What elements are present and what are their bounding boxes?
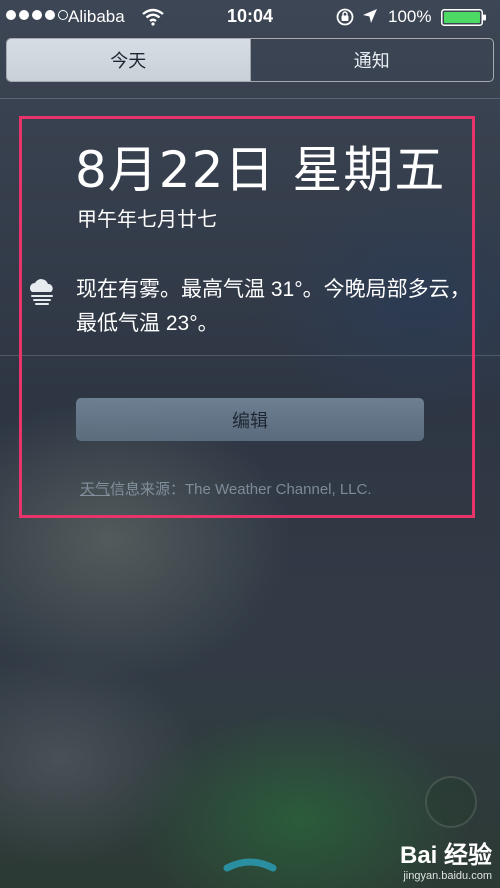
location-arrow-icon [363,9,377,23]
status-bar: Alibaba 10:04 100% [0,0,500,34]
assistive-touch-button[interactable] [425,776,477,828]
grabber-handle-icon[interactable] [221,852,279,874]
battery-icon [441,9,486,26]
watermark-url: jingyan.baidu.com [403,870,492,882]
tab-today[interactable]: 今天 [7,39,250,81]
watermark: Bai 经验 jingyan.baidu.com [400,844,492,882]
baidu-jingyan-logo: Bai 经验 [399,842,492,869]
battery-percent: 100% [388,7,432,26]
divider [0,98,500,99]
rotation-lock-icon [336,8,354,26]
notification-center-tabs: 今天 通知 [6,38,494,82]
highlight-frame [19,116,475,518]
tab-notifications[interactable]: 通知 [249,39,494,81]
